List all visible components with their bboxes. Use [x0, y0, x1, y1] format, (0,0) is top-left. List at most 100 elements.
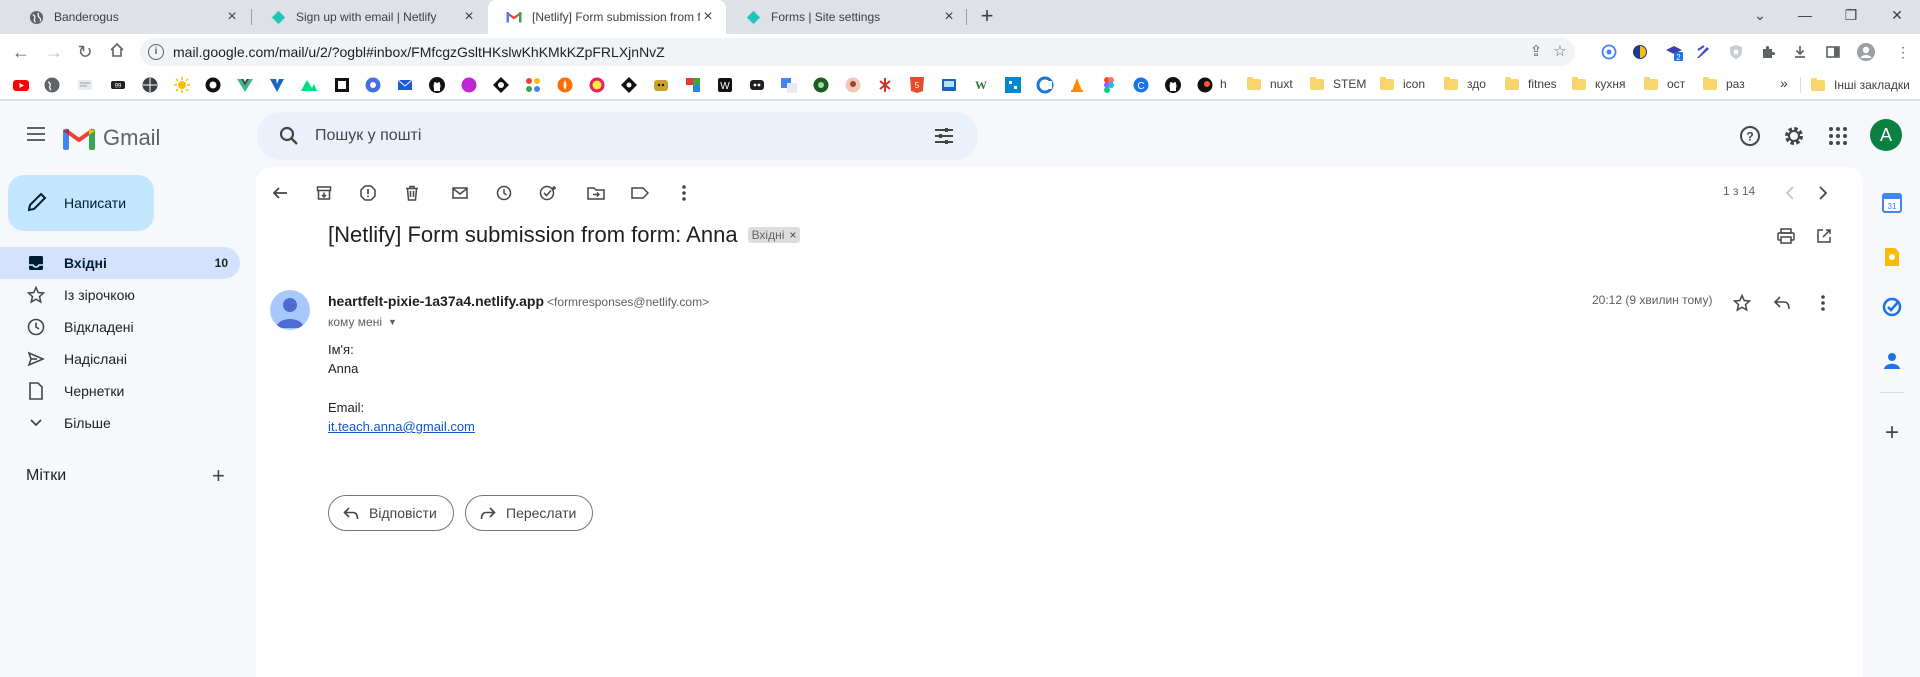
html5-icon[interactable]: 5: [908, 76, 926, 94]
remove-label-icon[interactable]: ×: [789, 228, 796, 242]
figma-icon[interactable]: [1100, 76, 1118, 94]
add-task-icon[interactable]: [534, 179, 562, 207]
bookmark-icon[interactable]: W: [972, 76, 990, 94]
bookmark-folder-raz[interactable]: раз: [1703, 76, 1745, 91]
bookmark-icon[interactable]: [460, 76, 478, 94]
info-icon[interactable]: i: [148, 44, 164, 60]
extension-badge-icon[interactable]: 2: [1664, 42, 1684, 62]
create-label-button[interactable]: +: [212, 465, 225, 487]
bookmark-icon[interactable]: [684, 76, 702, 94]
reload-icon[interactable]: ↻: [73, 40, 97, 64]
get-addons-plus-icon[interactable]: +: [1882, 419, 1902, 446]
globe-icon[interactable]: [141, 76, 159, 94]
side-panel-icon[interactable]: [1823, 42, 1843, 62]
download-icon[interactable]: [1790, 42, 1810, 62]
nav-item-sent[interactable]: Надіслані: [0, 343, 240, 375]
globe-icon[interactable]: [43, 76, 61, 94]
newer-chevron-left-icon[interactable]: [1776, 179, 1804, 207]
nav-item-drafts[interactable]: Чернетки: [0, 375, 240, 407]
search-input[interactable]: Пошук у пошті: [315, 127, 924, 145]
bookmark-folder-stem[interactable]: STEM: [1310, 76, 1366, 91]
bookmark-icon[interactable]: [364, 76, 382, 94]
caret-down-icon[interactable]: ▼: [388, 317, 397, 327]
search-options-icon[interactable]: [924, 127, 964, 145]
home-icon[interactable]: [105, 40, 129, 64]
delete-icon[interactable]: [398, 179, 426, 207]
reply-button[interactable]: Відповісти: [328, 495, 454, 531]
message-more-icon[interactable]: [1809, 289, 1837, 317]
back-to-inbox-icon[interactable]: [266, 179, 294, 207]
search-bar[interactable]: Пошук у пошті: [257, 112, 978, 160]
bookmark-icon[interactable]: 99: [109, 76, 127, 94]
bookmark-icon[interactable]: [524, 76, 542, 94]
bookmark-icon[interactable]: [1004, 76, 1022, 94]
bookmark-folder-zdo[interactable]: здо: [1444, 76, 1486, 91]
bookmark-icon[interactable]: [556, 76, 574, 94]
more-options-icon[interactable]: [670, 179, 698, 207]
tab-netlify-signup[interactable]: Sign up with email | Netlify ×: [252, 0, 487, 34]
inbox-label-chip[interactable]: Вхідні ×: [747, 227, 801, 243]
settings-gear-icon[interactable]: [1781, 123, 1807, 149]
profile-icon[interactable]: [1854, 42, 1878, 62]
share-icon[interactable]: ⇪: [1527, 43, 1545, 61]
star-message-icon[interactable]: [1728, 289, 1756, 317]
other-bookmarks-folder[interactable]: Інші закладки: [1800, 77, 1910, 93]
bookmark-icon[interactable]: [588, 76, 606, 94]
extension-icon[interactable]: [1630, 42, 1650, 62]
bookmark-icon[interactable]: [620, 76, 638, 94]
restore-button[interactable]: ❐: [1836, 2, 1866, 28]
apps-grid-icon[interactable]: [1825, 123, 1851, 149]
bookmark-folder-fitnes[interactable]: fitnes: [1505, 76, 1557, 91]
bookmark-icon[interactable]: [1036, 76, 1054, 94]
bookmark-icon[interactable]: [812, 76, 830, 94]
forward-button[interactable]: Переслати: [465, 495, 594, 531]
extension-icon[interactable]: [1599, 42, 1619, 62]
reply-icon[interactable]: [1768, 289, 1796, 317]
label-icon[interactable]: [626, 179, 654, 207]
mark-unread-icon[interactable]: [446, 179, 474, 207]
body-email-link[interactable]: it.teach.anna@gmail.com: [328, 419, 475, 434]
mail-icon[interactable]: [396, 76, 414, 94]
tab-netlify-forms[interactable]: Forms | Site settings ×: [727, 0, 967, 34]
close-window-button[interactable]: ✕: [1882, 2, 1912, 28]
bookmark-folder-icon[interactable]: icon: [1380, 76, 1425, 91]
tasks-icon[interactable]: [1882, 297, 1902, 317]
main-menu-icon[interactable]: [22, 123, 50, 151]
vue-icon[interactable]: [236, 76, 254, 94]
close-tab-icon[interactable]: ×: [461, 9, 477, 25]
bookmark-icon[interactable]: [940, 76, 958, 94]
bookmark-icon[interactable]: [204, 76, 222, 94]
address-bar[interactable]: i mail.google.com/mail/u/2/?ogbl#inbox/F…: [140, 38, 1575, 66]
gmail-logo[interactable]: Gmail: [63, 125, 160, 151]
open-new-window-icon[interactable]: [1810, 222, 1838, 250]
bookmark-icon[interactable]: [876, 76, 894, 94]
report-spam-icon[interactable]: [354, 179, 382, 207]
extension-icon[interactable]: [1693, 42, 1713, 62]
close-tab-icon[interactable]: ×: [700, 9, 716, 25]
close-tab-icon[interactable]: ×: [941, 9, 957, 25]
help-icon[interactable]: ?: [1737, 123, 1763, 149]
bookmark-folder-ost[interactable]: ост: [1644, 76, 1685, 91]
nuxt-icon[interactable]: [300, 76, 318, 94]
account-avatar[interactable]: A: [1870, 119, 1902, 151]
move-to-icon[interactable]: [582, 179, 610, 207]
github-icon[interactable]: [428, 76, 446, 94]
tab-search-icon[interactable]: ⌄: [1745, 2, 1775, 28]
bookmark-icon[interactable]: [844, 76, 862, 94]
bookmark-icon[interactable]: [748, 76, 766, 94]
contacts-icon[interactable]: [1882, 351, 1902, 371]
more-bookmarks-button[interactable]: »: [1780, 75, 1788, 91]
bookmark-icon[interactable]: [492, 76, 510, 94]
sun-icon[interactable]: [173, 76, 191, 94]
bookmark-icon[interactable]: [76, 76, 94, 94]
close-tab-icon[interactable]: ×: [224, 9, 240, 25]
extensions-puzzle-icon[interactable]: [1758, 42, 1778, 62]
nav-item-inbox[interactable]: Вхідні 10: [0, 247, 240, 279]
bookmark-folder-nuxt[interactable]: nuxt: [1247, 76, 1293, 91]
recipient-details[interactable]: кому мені ▼: [328, 315, 397, 329]
new-tab-button[interactable]: +: [975, 5, 999, 29]
nav-item-snoozed[interactable]: Відкладені: [0, 311, 240, 343]
snooze-icon[interactable]: [490, 179, 518, 207]
keep-icon[interactable]: [1882, 247, 1902, 267]
translate-icon[interactable]: [780, 76, 798, 94]
